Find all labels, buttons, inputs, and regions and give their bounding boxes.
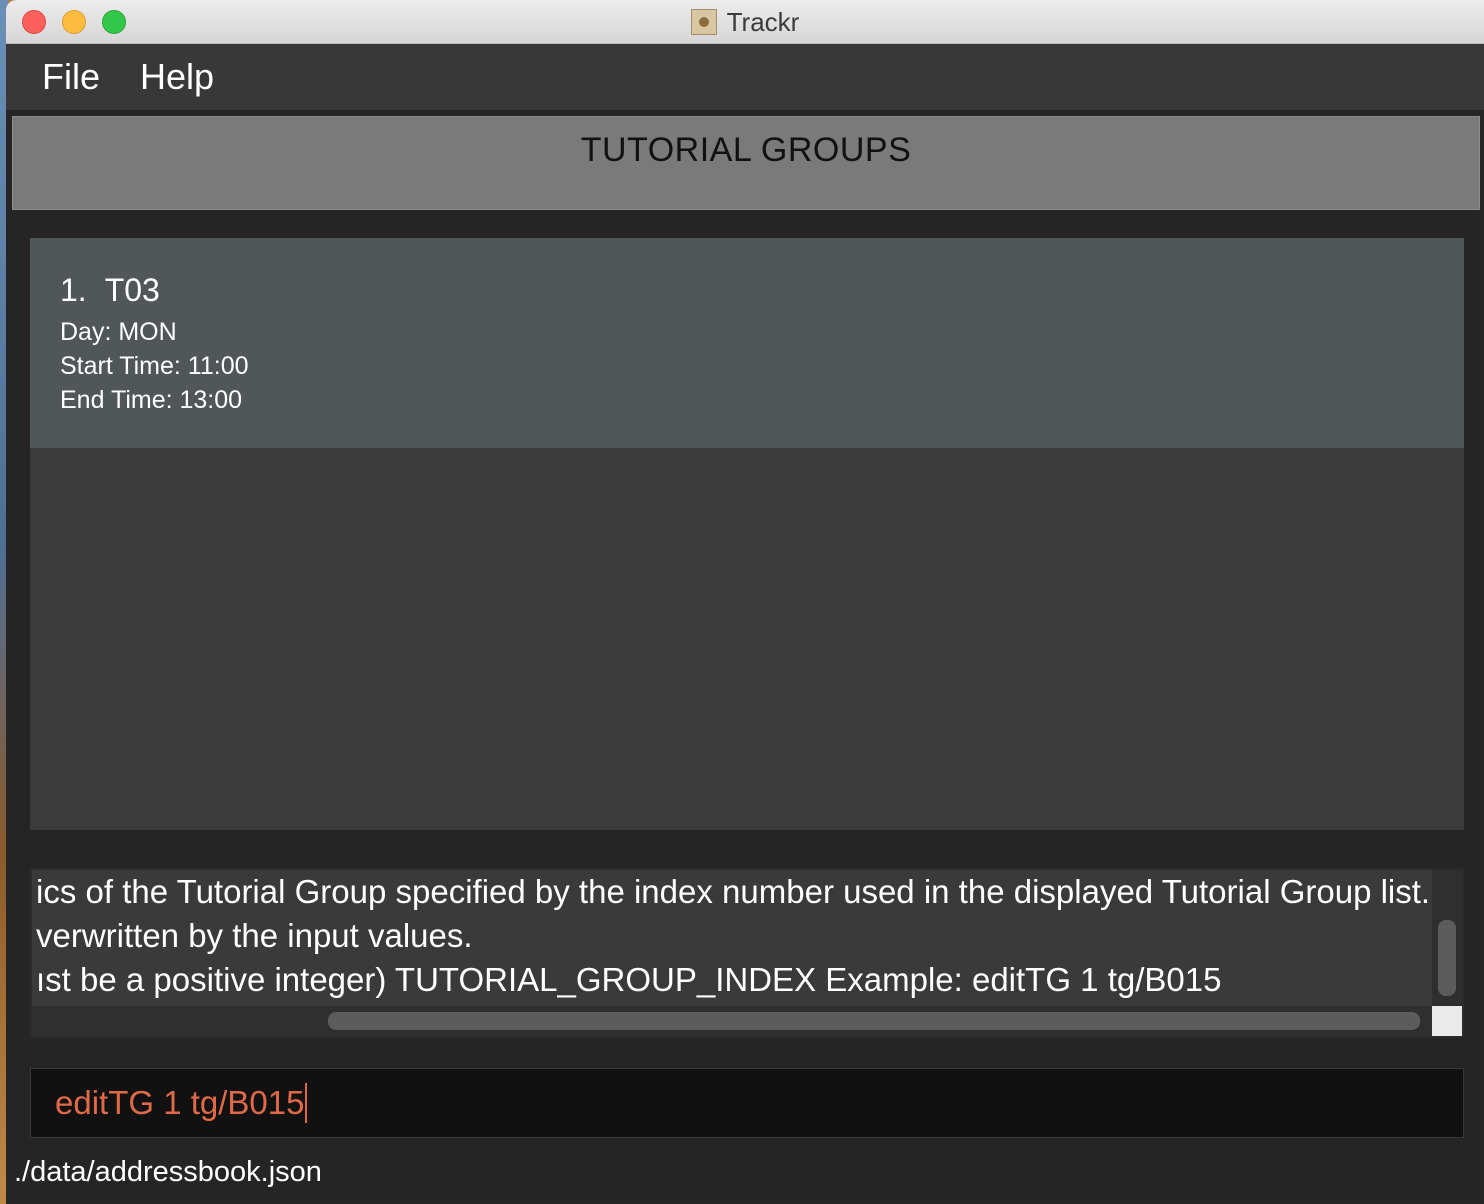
contacts-book-icon (690, 9, 717, 35)
result-line: ıst be a positive integer) TUTORIAL_GROU… (36, 961, 1222, 998)
result-display[interactable]: ics of the Tutorial Group specified by t… (30, 868, 1464, 1038)
panel-header: TUTORIAL GROUPS (12, 116, 1480, 210)
result-text-area[interactable]: ics of the Tutorial Group specified by t… (36, 870, 1430, 1008)
window-title-group: Trackr (6, 0, 1484, 44)
menu-bar: File Help (6, 44, 1484, 110)
result-line: verwritten by the input values. (36, 917, 473, 954)
panel-title: TUTORIAL GROUPS (580, 131, 912, 169)
vertical-scroll-thumb[interactable] (1438, 920, 1456, 996)
horizontal-scrollbar[interactable] (32, 1006, 1434, 1036)
horizontal-scroll-thumb[interactable] (328, 1012, 1420, 1030)
command-input-text: editTG 1 tg/B015 (55, 1084, 305, 1121)
command-input[interactable]: editTG 1 tg/B015 (30, 1068, 1464, 1138)
vertical-scrollbar[interactable] (1432, 870, 1462, 1008)
title-bar: Trackr (6, 0, 1484, 44)
tutorial-group-list[interactable]: 1. T03 Day: MON Start Time: 11:00 End Ti… (30, 238, 1464, 830)
card-index: 1. (60, 272, 87, 308)
status-bar-path: ./data/addressbook.json (14, 1156, 322, 1188)
tutorial-group-card[interactable]: 1. T03 Day: MON Start Time: 11:00 End Ti… (30, 238, 1464, 448)
card-day: Day: MON (60, 318, 177, 346)
card-start-time: Start Time: 11:00 (60, 352, 249, 380)
text-caret (305, 1083, 308, 1123)
app-window: Trackr File Help TUTORIAL GROUPS 1. T03 … (6, 0, 1484, 1204)
card-end-time: End Time: 13:00 (60, 386, 243, 414)
card-heading: 1. T03 (60, 272, 1434, 309)
window-title: Trackr (726, 6, 800, 37)
card-group-name: T03 (104, 272, 160, 308)
menu-file[interactable]: File (42, 56, 100, 98)
result-line: ics of the Tutorial Group specified by t… (36, 873, 1430, 910)
menu-help[interactable]: Help (140, 56, 214, 98)
scroll-corner (1432, 1006, 1462, 1036)
